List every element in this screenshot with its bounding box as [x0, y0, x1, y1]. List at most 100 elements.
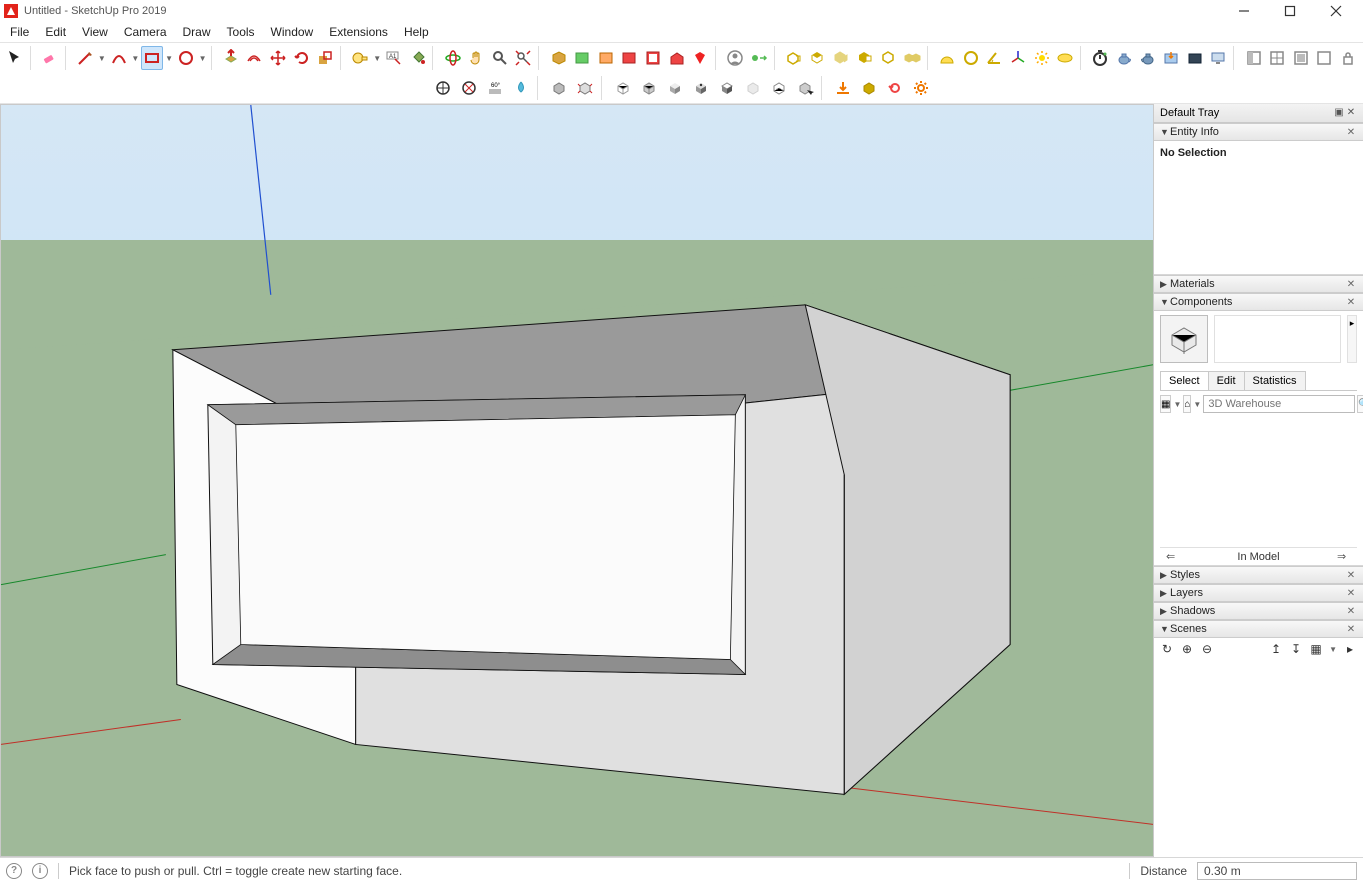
xray-icon[interactable]: [741, 76, 765, 100]
tab-edit[interactable]: Edit: [1208, 371, 1245, 390]
panel-layers[interactable]: ▶ Layers ✕: [1154, 584, 1363, 602]
component-thumbnail[interactable]: [1160, 315, 1208, 363]
arc-tool-icon[interactable]: [108, 46, 130, 70]
solid-subtract-icon[interactable]: [854, 46, 876, 70]
shaded-icon[interactable]: [663, 76, 687, 100]
tray-close-icon[interactable]: ✕: [1345, 107, 1357, 119]
solid-outer-icon[interactable]: [783, 46, 805, 70]
component-menu-icon[interactable]: ▸: [1347, 315, 1357, 363]
angle-icon[interactable]: [984, 46, 1006, 70]
tab-statistics[interactable]: Statistics: [1244, 371, 1306, 390]
sandbox-contours-icon[interactable]: [431, 76, 455, 100]
teapot-alt-icon[interactable]: [1137, 46, 1159, 70]
close-icon[interactable]: ✕: [1345, 624, 1357, 635]
scene-update-icon[interactable]: ↻: [1160, 642, 1174, 656]
teapot-icon[interactable]: [1113, 46, 1135, 70]
panel-styles[interactable]: ▶ Styles ✕: [1154, 566, 1363, 584]
section-plane-icon[interactable]: [548, 46, 570, 70]
tab-select[interactable]: Select: [1160, 371, 1209, 390]
render-icon[interactable]: [1184, 46, 1206, 70]
style-tool-icon[interactable]: [642, 46, 664, 70]
solid-union-icon[interactable]: [830, 46, 852, 70]
minimize-button[interactable]: [1221, 0, 1267, 22]
tray-pin-icon[interactable]: ▣: [1333, 107, 1345, 119]
lock-icon[interactable]: [1337, 46, 1359, 70]
menu-draw[interactable]: Draw: [175, 23, 219, 41]
menu-file[interactable]: File: [2, 23, 37, 41]
maximize-button[interactable]: [1267, 0, 1313, 22]
sandbox-scratch-icon[interactable]: [457, 76, 481, 100]
close-icon[interactable]: ✕: [1345, 606, 1357, 617]
circle-tool-dropdown[interactable]: ▼: [199, 54, 207, 63]
export-image-icon[interactable]: [1160, 46, 1182, 70]
outer-shell-icon[interactable]: [547, 76, 571, 100]
line-tool-dropdown[interactable]: ▼: [98, 54, 106, 63]
scene-list-icon[interactable]: ▦: [1309, 642, 1323, 656]
section-cut-icon[interactable]: [595, 46, 617, 70]
menu-camera[interactable]: Camera: [116, 23, 175, 41]
text-tool-icon[interactable]: A1: [383, 46, 405, 70]
warehouse-search-input[interactable]: [1203, 395, 1355, 413]
zoom-extents-icon[interactable]: [513, 46, 535, 70]
nav-fwd-icon[interactable]: ⇒: [1337, 550, 1351, 563]
menu-window[interactable]: Window: [263, 23, 322, 41]
scene-down-icon[interactable]: ↧: [1289, 642, 1303, 656]
sun-icon[interactable]: [1031, 46, 1053, 70]
close-button[interactable]: [1313, 0, 1359, 22]
select-tool-icon[interactable]: [4, 46, 26, 70]
nav-back-icon[interactable]: ⇐: [1166, 550, 1180, 563]
menu-extensions[interactable]: Extensions: [321, 23, 396, 41]
solid-intersect-icon[interactable]: [807, 46, 829, 70]
pushpull-tool-icon[interactable]: [220, 46, 242, 70]
rectangle-tool-icon[interactable]: [141, 46, 163, 70]
reload-icon[interactable]: [883, 76, 907, 100]
close-icon[interactable]: ✕: [1345, 127, 1357, 138]
close-icon[interactable]: ✕: [1345, 588, 1357, 599]
scene-add-icon[interactable]: ⊕: [1180, 642, 1194, 656]
ruby-icon[interactable]: [689, 46, 711, 70]
section-display-icon[interactable]: [571, 46, 593, 70]
offset-tool-icon[interactable]: [244, 46, 266, 70]
signout-icon[interactable]: [748, 46, 770, 70]
shaded-tex-icon[interactable]: [689, 76, 713, 100]
solid-split-icon[interactable]: [901, 46, 923, 70]
scene-up-icon[interactable]: ↥: [1269, 642, 1283, 656]
user-icon[interactable]: [725, 46, 747, 70]
close-icon[interactable]: ✕: [1345, 570, 1357, 581]
panel-components[interactable]: ▼ Components ✕: [1154, 293, 1363, 311]
select-all-icon[interactable]: [793, 76, 817, 100]
close-icon[interactable]: ✕: [1345, 279, 1357, 290]
protractor-icon[interactable]: [936, 46, 958, 70]
pan-tool-icon[interactable]: [465, 46, 487, 70]
measurement-input[interactable]: 0.30 m: [1197, 862, 1357, 880]
menu-view[interactable]: View: [74, 23, 116, 41]
circle-tool-icon[interactable]: [175, 46, 197, 70]
smoove-icon[interactable]: 60°: [483, 76, 507, 100]
search-icon[interactable]: 🔍: [1357, 395, 1363, 413]
solid-trim-icon[interactable]: [878, 46, 900, 70]
layout-d-icon[interactable]: [1314, 46, 1336, 70]
viewport[interactable]: [0, 104, 1153, 857]
warehouse-icon[interactable]: [666, 46, 688, 70]
arc-tool-dropdown[interactable]: ▼: [131, 54, 139, 63]
home-icon[interactable]: ⌂: [1183, 395, 1191, 413]
scale-tool-icon[interactable]: [314, 46, 336, 70]
tape-dropdown[interactable]: ▼: [373, 54, 381, 63]
import-icon[interactable]: [831, 76, 855, 100]
view-mode-icon[interactable]: ▦: [1160, 395, 1171, 413]
chronometer-icon[interactable]: [1090, 46, 1112, 70]
panel-entity-info[interactable]: ▼ Entity Info ✕: [1154, 123, 1363, 141]
menu-edit[interactable]: Edit: [37, 23, 74, 41]
explode-icon[interactable]: [573, 76, 597, 100]
menu-tools[interactable]: Tools: [219, 23, 263, 41]
layout-c-icon[interactable]: [1290, 46, 1312, 70]
rectangle-tool-dropdown[interactable]: ▼: [165, 54, 173, 63]
axes-tool-icon[interactable]: [1007, 46, 1029, 70]
make-component-icon[interactable]: [857, 76, 881, 100]
paint-bucket-icon[interactable]: [407, 46, 429, 70]
layout-b-icon[interactable]: [1266, 46, 1288, 70]
circle-shape-icon[interactable]: [960, 46, 982, 70]
tape-measure-icon[interactable]: [350, 46, 372, 70]
menu-help[interactable]: Help: [396, 23, 437, 41]
section-fill-icon[interactable]: [619, 46, 641, 70]
